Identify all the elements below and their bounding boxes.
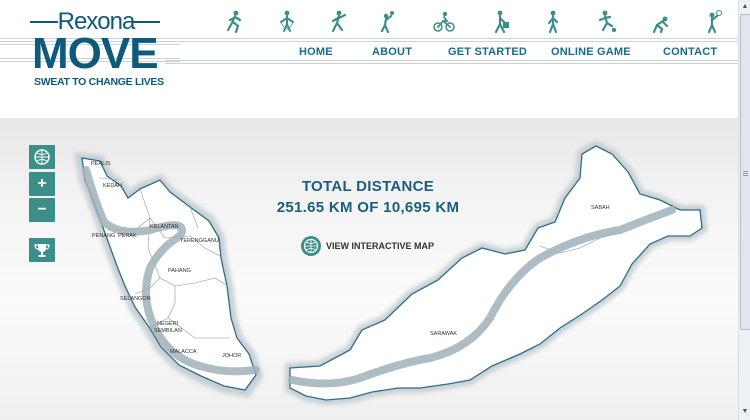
total-distance-value: 251.65 KM OF 10,695 KM <box>276 199 460 216</box>
nav-online-game[interactable]: ONLINE GAME <box>551 46 631 58</box>
region-selangor: SELANGOR <box>120 296 151 302</box>
vertical-scrollbar[interactable]: ▲ ▼ <box>738 0 750 420</box>
brand-tagline: SWEAT TO CHANGE LIVES <box>34 76 164 88</box>
logo-rule-right <box>132 21 160 23</box>
region-sabah: SABAH <box>591 205 610 211</box>
region-sarawak: SARAWAK <box>430 331 458 337</box>
main-nav: HOME ABOUT GET STARTED ONLINE GAME CONTA… <box>0 46 738 62</box>
grip-line <box>743 175 748 176</box>
view-interactive-map-label: VIEW INTERACTIVE MAP <box>326 241 435 251</box>
nav-get-started[interactable]: GET STARTED <box>448 46 527 58</box>
globe-icon <box>34 149 50 165</box>
sport-icons-row <box>220 10 730 36</box>
total-distance-panel: TOTAL DISTANCE 251.65 KM OF 10,695 KM <box>260 178 476 216</box>
leaderboard-button[interactable] <box>29 238 55 262</box>
plus-icon: + <box>37 175 47 192</box>
region-perlis: PERLIS <box>91 161 111 167</box>
cyclist-icon <box>433 11 455 32</box>
badminton-icon <box>707 10 722 34</box>
nav-contact[interactable]: CONTACT <box>663 46 717 58</box>
jogger-icon <box>547 10 559 34</box>
aerobics-icon <box>331 10 347 33</box>
region-pahang: PAHANG <box>168 268 191 274</box>
trophy-icon <box>34 244 50 257</box>
total-distance-title: TOTAL DISTANCE <box>301 178 435 195</box>
zoom-out-button[interactable]: − <box>29 198 55 222</box>
globe-icon <box>301 236 321 256</box>
region-kedah: KEDAH <box>103 183 122 189</box>
region-johor: JOHOR <box>222 353 242 359</box>
region-negeri: NEGERI <box>157 321 179 327</box>
volleyball-icon <box>380 11 394 34</box>
site-header: Rexona MOVE SWEAT TO CHANGE LIVES HOME A… <box>0 0 738 118</box>
skipping-rope-icon <box>280 10 294 32</box>
region-kelantan: KELANTAN <box>150 224 179 230</box>
nav-home[interactable]: HOME <box>299 46 333 58</box>
grip-line <box>743 171 748 172</box>
scrollbar-thumb[interactable] <box>740 14 750 330</box>
region-malacca: MALACCA <box>170 349 197 355</box>
grip-line <box>743 173 748 174</box>
football-icon <box>598 10 617 33</box>
minus-icon: − <box>37 201 47 218</box>
route-map[interactable]: PERLIS KEDAH PENANG PERAK KELANTAN TEREN… <box>0 118 738 420</box>
nav-about[interactable]: ABOUT <box>372 46 412 58</box>
scroll-down-icon[interactable]: ▼ <box>740 406 750 418</box>
sprinter-icon <box>652 16 669 34</box>
runner-icon <box>226 10 242 34</box>
zoom-in-button[interactable]: + <box>29 172 55 196</box>
map-view-button[interactable] <box>29 145 55 169</box>
region-penang: PENANG <box>92 233 116 239</box>
scroll-up-icon[interactable]: ▲ <box>740 1 750 13</box>
region-terengganu: TERENGGANU <box>180 238 219 244</box>
walker-icon <box>494 10 509 34</box>
region-perak: PERAK <box>118 233 137 239</box>
region-sembilan: SEMBILAN <box>154 328 182 334</box>
